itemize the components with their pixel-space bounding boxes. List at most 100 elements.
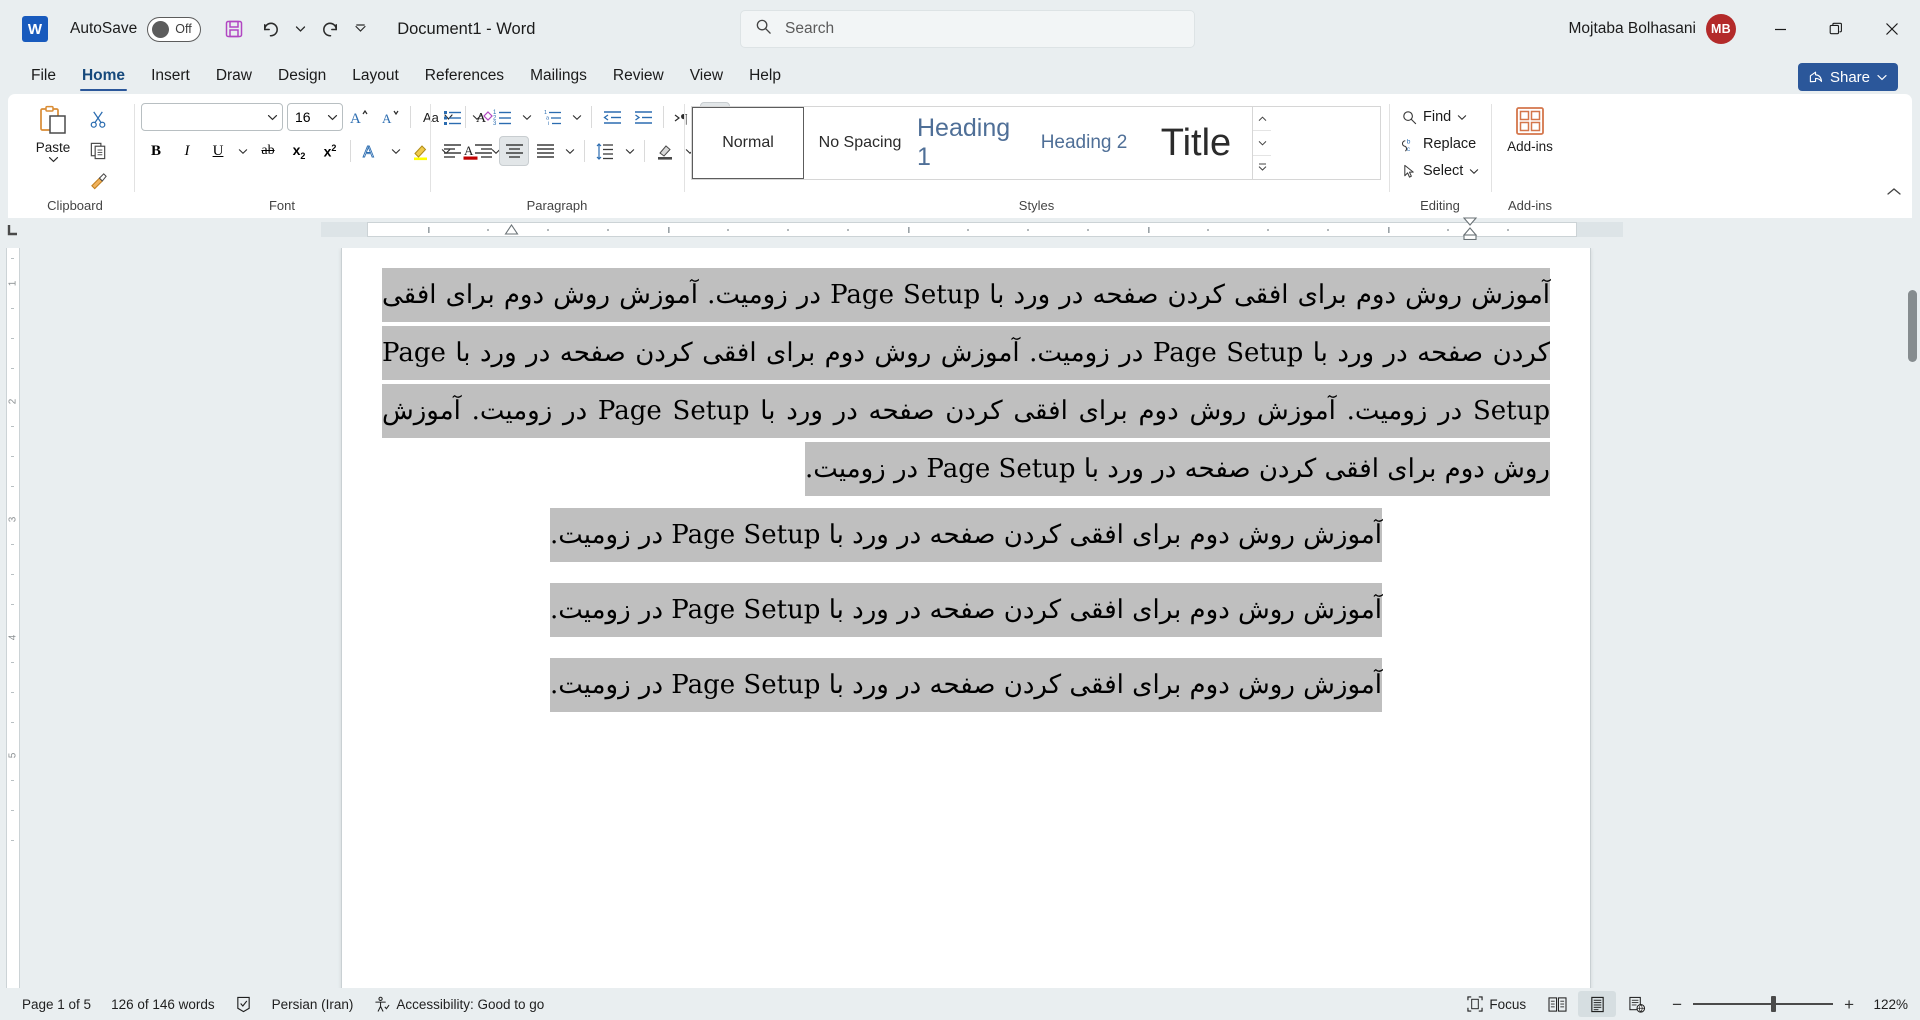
ribbon-group-paragraph: 1 2 3 1 a i ¶ Paragraph (430, 94, 781, 218)
tab-view[interactable]: View (677, 64, 736, 94)
style-normal[interactable]: Normal (692, 107, 804, 179)
style-title[interactable]: Title (1140, 107, 1252, 179)
styles-scroll-buttons (1252, 107, 1271, 179)
bullets-dropdown[interactable] (468, 102, 486, 132)
accessibility-status[interactable]: Accessibility: Good to go (363, 991, 554, 1017)
save-button[interactable] (217, 12, 251, 46)
shading-button[interactable] (650, 136, 680, 166)
page-number-status[interactable]: Page 1 of 5 (12, 991, 101, 1017)
select-button[interactable]: Select (1396, 158, 1485, 184)
bold-button[interactable]: B (141, 136, 171, 166)
document-body[interactable]: آموزش روش دوم برای افقی کردن صفحه در ورد… (342, 266, 1590, 723)
replace-button[interactable]: b c Replace (1396, 131, 1482, 157)
document-paragraph[interactable]: آموزش روش دوم برای افقی کردن صفحه در ورد… (382, 266, 1551, 498)
document-centered-line-1[interactable]: آموزش روش دوم برای افقی کردن صفحه در ورد… (382, 498, 1550, 573)
justify-button[interactable] (530, 136, 560, 166)
find-button[interactable]: Find (1396, 104, 1473, 130)
avatar[interactable]: MB (1706, 14, 1736, 44)
styles-scroll-down-button[interactable] (1253, 131, 1271, 156)
left-indent-marker[interactable] (504, 222, 519, 241)
font-size-combo[interactable]: 16 (287, 103, 343, 131)
text-effects-dropdown[interactable] (387, 136, 405, 166)
zoom-level-label[interactable]: 122% (1866, 997, 1908, 1012)
proofing-status[interactable] (225, 991, 262, 1017)
tab-home[interactable]: Home (69, 64, 138, 94)
focus-button[interactable]: Focus (1457, 991, 1536, 1017)
zoom-slider[interactable]: − + (1672, 996, 1854, 1013)
increase-indent-button[interactable] (628, 102, 658, 132)
read-mode-button[interactable] (1538, 991, 1576, 1017)
style-heading-1[interactable]: Heading 1 (916, 107, 1028, 179)
zoom-track[interactable] (1693, 996, 1834, 1013)
style-no-spacing[interactable]: No Spacing (804, 107, 916, 179)
autosave-toggle[interactable]: Off (147, 16, 202, 42)
numbering-button[interactable]: 1 2 3 (487, 102, 517, 132)
copy-button[interactable] (83, 135, 113, 165)
undo-button[interactable] (253, 12, 287, 46)
strikethrough-button[interactable]: ab (253, 136, 283, 166)
align-center-button[interactable] (499, 136, 529, 166)
tab-design[interactable]: Design (265, 64, 339, 94)
styles-more-button[interactable] (1253, 155, 1271, 179)
tab-insert[interactable]: Insert (138, 64, 203, 94)
tab-help[interactable]: Help (736, 64, 794, 94)
multilevel-list-button[interactable]: 1 a i (537, 102, 567, 132)
zoom-handle[interactable] (1771, 996, 1777, 1013)
tab-stop-selector[interactable] (0, 218, 26, 242)
vertical-ruler[interactable]: 1 2 3 4 5 (0, 248, 26, 988)
font-name-combo[interactable] (141, 103, 283, 131)
customize-quick-access-toolbar-button[interactable] (349, 12, 371, 46)
document-centered-line-2[interactable]: آموزش روش دوم برای افقی کردن صفحه در ورد… (382, 573, 1550, 648)
align-right-button[interactable] (468, 136, 498, 166)
subscript-button[interactable]: x2 (284, 136, 314, 166)
search-input[interactable] (785, 20, 1165, 38)
shrink-font-button[interactable]: A (375, 102, 405, 132)
multilevel-list-dropdown[interactable] (568, 102, 586, 132)
numbering-dropdown[interactable] (518, 102, 536, 132)
tab-file[interactable]: File (18, 64, 69, 94)
right-indent-marker[interactable] (1462, 216, 1478, 245)
line-spacing-button[interactable] (590, 136, 620, 166)
document-page[interactable]: آموزش روش دوم برای افقی کردن صفحه در ورد… (341, 248, 1591, 988)
addins-button[interactable]: Add-ins (1498, 100, 1562, 154)
tab-mailings[interactable]: Mailings (517, 64, 600, 94)
paste-button[interactable]: Paste (23, 100, 83, 163)
tab-review[interactable]: Review (600, 64, 677, 94)
search-box[interactable] (740, 10, 1195, 48)
text-effects-button[interactable]: A (356, 136, 386, 166)
justify-dropdown[interactable] (561, 136, 579, 166)
cut-button[interactable] (83, 104, 113, 134)
styles-scroll-up-button[interactable] (1253, 107, 1271, 132)
decrease-indent-button[interactable] (597, 102, 627, 132)
bullets-button[interactable] (437, 102, 467, 132)
redo-button[interactable] (313, 12, 347, 46)
minimize-button[interactable] (1752, 9, 1808, 49)
restore-button[interactable] (1808, 9, 1864, 49)
tab-layout[interactable]: Layout (339, 64, 412, 94)
format-painter-button[interactable] (83, 166, 113, 196)
superscript-button[interactable]: x2 (315, 136, 345, 166)
horizontal-ruler[interactable] (0, 216, 1920, 245)
language-status[interactable]: Persian (Iran) (262, 991, 364, 1017)
undo-dropdown[interactable] (289, 12, 311, 46)
collapse-ribbon-button[interactable] (1886, 184, 1902, 202)
underline-dropdown[interactable] (234, 136, 252, 166)
line-spacing-dropdown[interactable] (621, 136, 639, 166)
tab-references[interactable]: References (412, 64, 517, 94)
scrollbar-thumb[interactable] (1908, 290, 1917, 362)
vertical-scrollbar[interactable] (1904, 248, 1920, 988)
print-layout-button[interactable] (1578, 991, 1617, 1017)
web-layout-button[interactable] (1618, 991, 1656, 1017)
italic-button[interactable]: I (172, 136, 202, 166)
tab-draw[interactable]: Draw (203, 64, 265, 94)
zoom-out-button[interactable]: − (1672, 996, 1682, 1013)
style-heading-2[interactable]: Heading 2 (1028, 107, 1140, 179)
grow-font-button[interactable]: A (344, 102, 374, 132)
document-centered-line-3[interactable]: آموزش روش دوم برای افقی کردن صفحه در ورد… (382, 648, 1550, 723)
word-count-status[interactable]: 126 of 146 words (101, 991, 225, 1017)
close-button[interactable] (1864, 9, 1920, 49)
zoom-in-button[interactable]: + (1844, 996, 1854, 1013)
align-left-button[interactable] (437, 136, 467, 166)
share-button[interactable]: Share (1797, 63, 1898, 91)
underline-button[interactable]: U (203, 136, 233, 166)
